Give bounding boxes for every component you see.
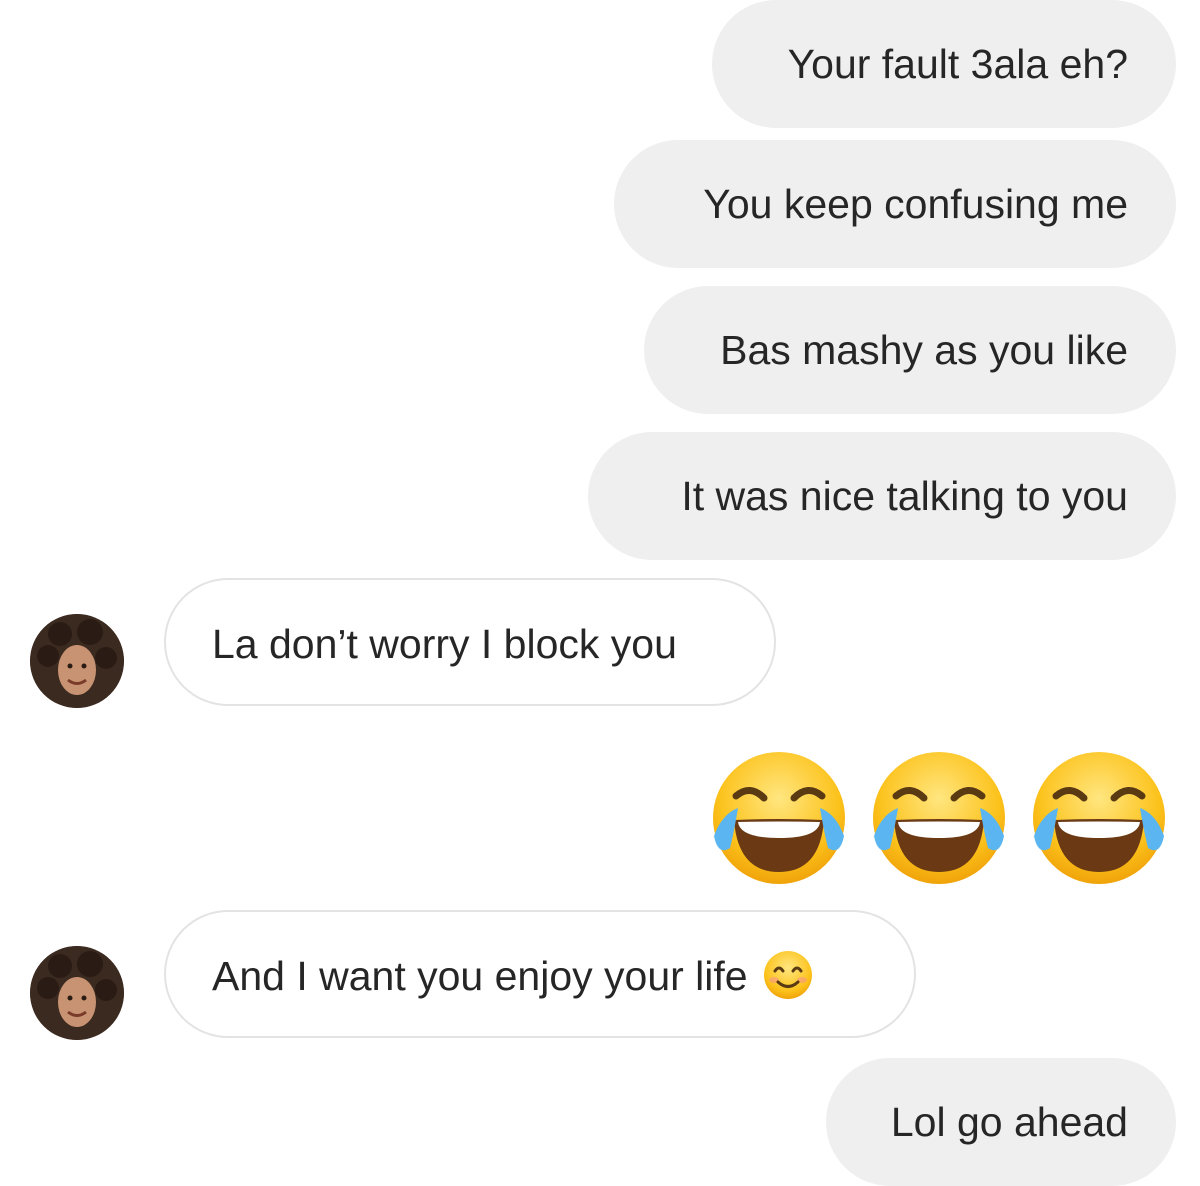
outgoing-message[interactable]: Bas mashy as you like (644, 286, 1176, 414)
smiling-face-with-smiling-eyes-icon (763, 951, 812, 1000)
avatar[interactable] (30, 946, 124, 1040)
incoming-message[interactable]: La don’t worry I block you (164, 578, 776, 706)
message-text: And I want you enjoy your life (212, 953, 748, 999)
message-thread: Your fault 3ala eh? You keep confusing m… (0, 0, 1200, 1186)
outgoing-message[interactable]: You keep confusing me (614, 140, 1176, 268)
avatar[interactable] (30, 614, 124, 708)
face-with-tears-of-joy-icon (713, 752, 845, 884)
outgoing-message[interactable]: Lol go ahead (826, 1058, 1176, 1186)
incoming-message[interactable]: And I want you enjoy your life (164, 910, 916, 1038)
outgoing-message[interactable]: It was nice talking to you (588, 432, 1176, 560)
face-with-tears-of-joy-icon (1033, 752, 1165, 884)
outgoing-message[interactable]: Your fault 3ala eh? (712, 0, 1176, 128)
face-with-tears-of-joy-icon (873, 752, 1005, 884)
emoji-message[interactable] (708, 748, 1170, 888)
